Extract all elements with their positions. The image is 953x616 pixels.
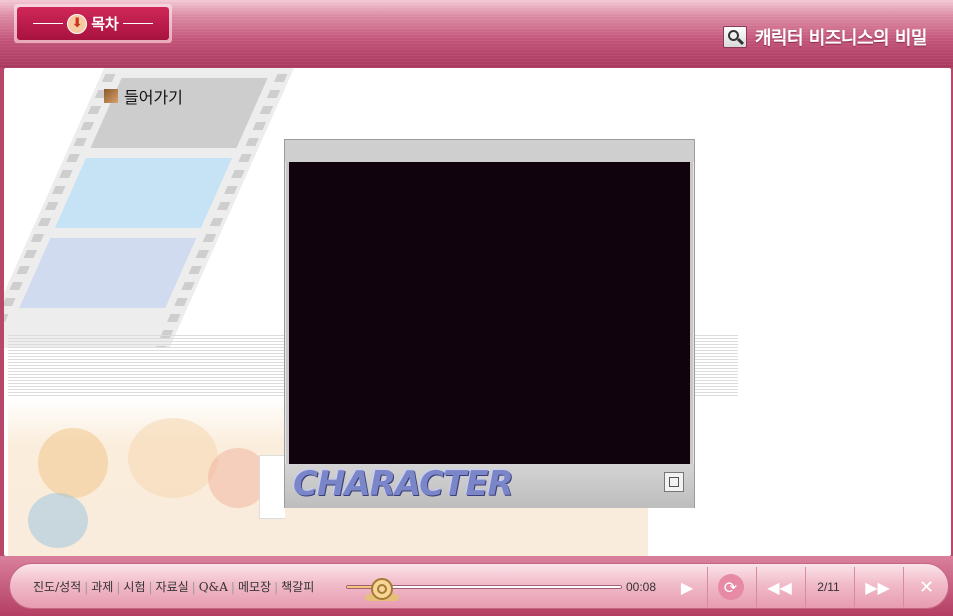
page-indicator: 2/11	[805, 567, 851, 607]
filmstrip-decoration	[4, 68, 299, 348]
menu-assignment[interactable]: 과제	[88, 578, 116, 595]
next-page-button[interactable]: ▶▶	[854, 567, 900, 607]
character-logo: CHARACTER	[293, 464, 514, 504]
fullscreen-icon	[669, 477, 679, 487]
arrow-down-icon: ⬇	[67, 13, 88, 34]
close-icon: ✕	[918, 576, 935, 598]
menu-resources[interactable]: 자료실	[153, 578, 192, 595]
toc-line-left	[33, 23, 64, 24]
snail-slider-handle-icon[interactable]	[365, 570, 399, 602]
menu-qna[interactable]: Q&A	[196, 580, 231, 594]
previous-page-button[interactable]: ◀◀	[756, 567, 802, 607]
menu-memo[interactable]: 메모장	[235, 578, 274, 595]
menu-bookmark[interactable]: 책갈피	[278, 578, 317, 595]
enter-link[interactable]: 들어가기	[104, 84, 183, 108]
replay-button[interactable]: ⟳	[707, 567, 753, 607]
menu-progress[interactable]: 진도/성적	[30, 578, 84, 595]
magnifier-icon	[722, 26, 747, 48]
control-bar: 진도/성적 | 과제 | 시험 | 자료실 | Q&A | 메모장 | 책갈피 …	[0, 556, 953, 616]
toc-line-right	[122, 23, 153, 24]
toc-button[interactable]: ⬇ 목차	[14, 4, 172, 43]
play-icon: ▶	[680, 577, 694, 597]
refresh-icon: ⟳	[717, 574, 744, 600]
close-button[interactable]: ✕	[903, 567, 949, 607]
fullscreen-button[interactable]	[664, 472, 684, 492]
video-player: CHARACTER	[284, 139, 695, 508]
fast-forward-icon: ▶▶	[865, 577, 890, 597]
player-footer: CHARACTER	[285, 464, 694, 508]
toc-label: 목차	[91, 15, 119, 33]
playback-time: 00:08	[626, 580, 657, 594]
video-screen[interactable]	[289, 162, 690, 464]
play-button[interactable]: ▶	[664, 567, 710, 607]
page-title-area: 캐릭터 비즈니스의 비밀	[722, 24, 928, 50]
player-side-panel	[259, 455, 285, 519]
film-frame	[54, 158, 233, 228]
bullet-square-icon	[104, 89, 118, 103]
film-frame	[19, 238, 197, 308]
menu-links: 진도/성적 | 과제 | 시험 | 자료실 | Q&A | 메모장 | 책갈피	[30, 578, 317, 595]
enter-label: 들어가기	[124, 88, 183, 107]
rewind-icon: ◀◀	[767, 577, 792, 597]
page-title: 캐릭터 비즈니스의 비밀	[754, 28, 928, 49]
control-pill: 진도/성적 | 과제 | 시험 | 자료실 | Q&A | 메모장 | 책갈피 …	[9, 563, 949, 609]
menu-exam[interactable]: 시험	[120, 578, 148, 595]
toc-button-face[interactable]: ⬇ 목차	[17, 7, 169, 40]
header-bar: ⬇ 목차 캐릭터 비즈니스의 비밀	[0, 0, 953, 68]
player-title-bar	[285, 140, 694, 162]
